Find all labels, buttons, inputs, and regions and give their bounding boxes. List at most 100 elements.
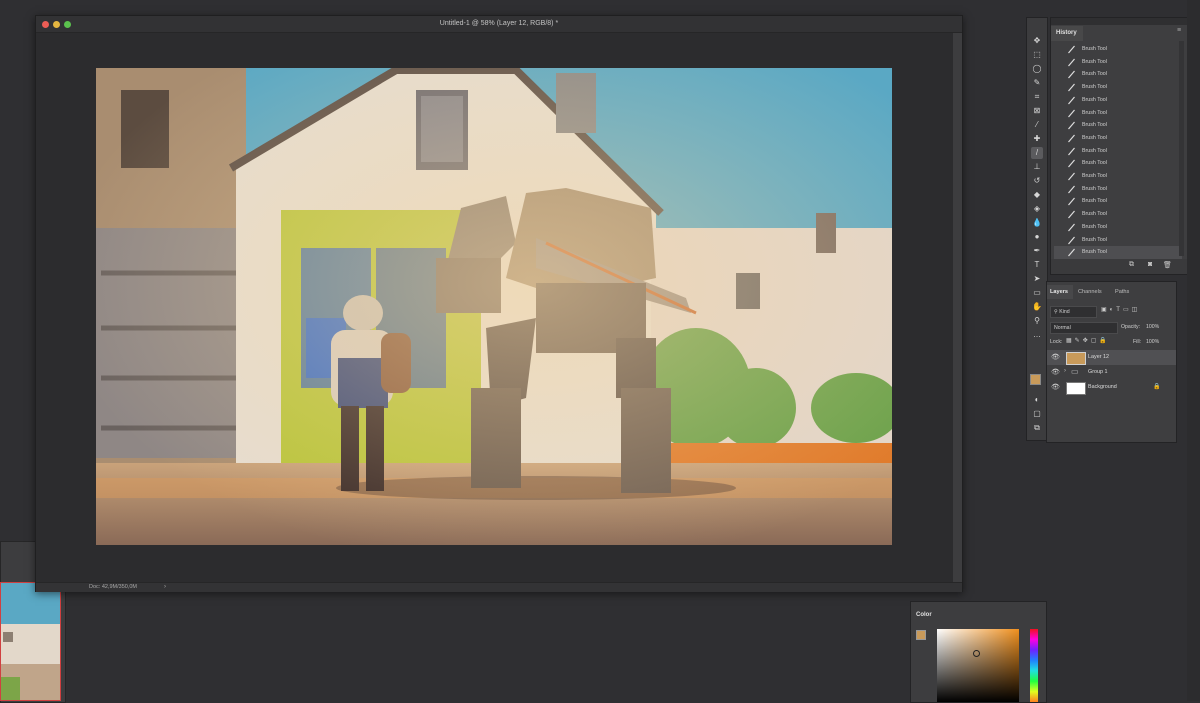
more-tools-icon[interactable]: … (1031, 329, 1043, 341)
rectangle-tool-icon[interactable]: ▭ (1031, 287, 1043, 299)
foreground-color-swatch[interactable] (1030, 374, 1041, 385)
history-state-item[interactable]: Brush Tool (1054, 56, 1182, 69)
dodge-tool-icon[interactable]: ● (1031, 231, 1043, 243)
tab-paths[interactable]: Paths (1115, 285, 1129, 299)
status-bar: Doc: 42,9M/350,0M › (36, 582, 962, 592)
blend-mode-select[interactable]: Normal (1050, 322, 1118, 334)
history-state-label: Brush Tool (1082, 109, 1107, 116)
brush-icon (1068, 248, 1075, 257)
history-scrollbar[interactable] (1179, 41, 1184, 256)
history-state-item[interactable]: Brush Tool (1054, 246, 1182, 259)
layer-row[interactable]: 👁 Background 🔒 (1047, 380, 1176, 395)
clone-stamp-tool-icon[interactable]: ⊥ (1031, 161, 1043, 173)
tab-layers[interactable]: Layers (1047, 285, 1073, 299)
color-panel-title[interactable]: Color (916, 612, 932, 618)
layer-thumbnail (1066, 382, 1086, 395)
path-selection-tool-icon[interactable]: ➤ (1031, 273, 1043, 285)
color-picker-cursor[interactable] (973, 650, 980, 657)
history-state-item[interactable]: Brush Tool (1054, 183, 1182, 196)
history-brush-tool-icon[interactable]: ↺ (1031, 175, 1043, 187)
history-state-item[interactable]: Brush Tool (1054, 119, 1182, 132)
history-state-item[interactable]: Brush Tool (1054, 208, 1182, 221)
document-size-status: Doc: 42,9M/350,0M (89, 584, 137, 590)
fill-value[interactable]: 100% (1146, 339, 1159, 345)
brush-icon (1068, 109, 1075, 117)
visibility-eye-icon[interactable]: 👁 (1051, 368, 1060, 376)
layer-row[interactable]: 👁 › ▭ Group 1 (1047, 365, 1176, 380)
folder-icon: ▭ (1071, 367, 1079, 376)
crop-tool-icon[interactable]: ⌗ (1031, 91, 1043, 103)
history-state-item[interactable]: Brush Tool (1054, 81, 1182, 94)
history-state-item[interactable]: Brush Tool (1054, 132, 1182, 145)
navigator-thumbnail[interactable] (0, 582, 61, 701)
eyedropper-tool-icon[interactable]: ⁄ (1031, 119, 1043, 131)
history-state-label: Brush Tool (1082, 173, 1107, 179)
history-state-item[interactable]: Brush Tool (1054, 234, 1182, 247)
history-state-item[interactable]: Brush Tool (1054, 94, 1182, 107)
brush-icon (1068, 45, 1075, 54)
delete-state-icon[interactable]: 🗑 (1163, 261, 1172, 269)
history-state-label: Brush Tool (1082, 160, 1107, 167)
type-tool-icon[interactable]: T (1031, 259, 1043, 271)
history-state-item[interactable]: Brush Tool (1054, 68, 1182, 81)
move-tool-icon[interactable]: ✥ (1031, 35, 1043, 47)
history-panel-header[interactable] (1051, 18, 1188, 25)
history-state-label: Brush Tool (1082, 185, 1107, 192)
screen-mode-icon[interactable]: ▢ (1031, 408, 1043, 420)
document-titlebar[interactable]: Untitled-1 @ 58% (Layer 12, RGB/8) * (36, 16, 962, 33)
eraser-tool-icon[interactable]: ◆ (1031, 189, 1043, 201)
layer-filter-kind-select[interactable]: ⚲ Kind (1050, 306, 1097, 318)
history-state-item[interactable]: Brush Tool (1054, 145, 1182, 158)
history-state-item[interactable]: Brush Tool (1054, 195, 1182, 208)
lock-icon: 🔒 (1153, 384, 1161, 390)
visibility-eye-icon[interactable]: 👁 (1051, 353, 1060, 361)
hue-slider[interactable] (1030, 629, 1038, 702)
snapshot-camera-icon[interactable]: ◙ (1148, 261, 1152, 268)
pen-tool-icon[interactable]: ✒ (1031, 245, 1043, 257)
panel-menu-icon[interactable]: ≡ (1177, 27, 1181, 34)
paint-bucket-tool-icon[interactable]: ◈ (1031, 203, 1043, 215)
opacity-value[interactable]: 100% (1146, 324, 1159, 330)
layers-panel: Layers Channels Paths ⚲ Kind ▣◐T▭◫ Norma… (1046, 281, 1177, 443)
visibility-eye-icon[interactable]: 👁 (1051, 383, 1060, 391)
group-expand-chevron-icon[interactable]: › (1064, 368, 1066, 374)
brush-icon (1068, 58, 1075, 67)
brush-icon (1068, 71, 1075, 79)
lasso-tool-icon[interactable]: ◯ (1031, 63, 1043, 75)
healing-brush-tool-icon[interactable]: ✚ (1031, 133, 1043, 145)
brush-icon (1068, 210, 1075, 219)
brush-tool-icon[interactable]: / (1031, 147, 1043, 159)
artboard-icon[interactable]: ⧉ (1031, 422, 1043, 434)
color-picker-field[interactable] (937, 629, 1019, 702)
brush-icon (1068, 185, 1075, 194)
new-document-from-state-icon[interactable]: ⧉ (1129, 261, 1134, 269)
lock-icons[interactable]: ▦✎✥▢🔒 (1066, 337, 1110, 344)
artwork-canvas[interactable] (96, 68, 892, 545)
history-state-item[interactable]: Brush Tool (1054, 170, 1182, 183)
layer-row[interactable]: 👁 Layer 12 (1047, 350, 1176, 365)
quick-select-tool-icon[interactable]: ✎ (1031, 77, 1043, 89)
history-state-label: Brush Tool (1082, 236, 1107, 243)
history-state-item[interactable]: Brush Tool (1054, 107, 1182, 120)
blur-tool-icon[interactable]: 💧 (1031, 217, 1043, 229)
layer-filter-icons[interactable]: ▣◐T▭◫ (1101, 306, 1140, 313)
hand-tool-icon[interactable]: ✋ (1031, 301, 1043, 313)
history-state-label: Brush Tool (1082, 198, 1107, 205)
marquee-tool-icon[interactable]: ⬚ (1031, 49, 1043, 61)
history-state-label: Brush Tool (1082, 122, 1107, 129)
status-menu-arrow[interactable]: › (164, 583, 166, 592)
layer-name: Group 1 (1088, 369, 1108, 375)
history-tab[interactable]: History (1051, 26, 1083, 41)
quick-mask-icon[interactable]: ◐ (1031, 394, 1043, 406)
history-state-label: Brush Tool (1082, 71, 1107, 78)
tab-channels[interactable]: Channels (1078, 285, 1102, 299)
history-state-item[interactable]: Brush Tool (1054, 157, 1182, 170)
history-state-item[interactable]: Brush Tool (1054, 43, 1182, 56)
vertical-scrollbar[interactable] (953, 33, 962, 583)
blend-mode-value: Normal (1054, 325, 1071, 331)
foreground-color-swatch[interactable] (916, 630, 926, 640)
brush-icon (1068, 134, 1075, 143)
history-state-item[interactable]: Brush Tool (1054, 221, 1182, 234)
frame-tool-icon[interactable]: ⊠ (1031, 105, 1043, 117)
zoom-tool-icon[interactable]: ⚲ (1031, 315, 1043, 327)
